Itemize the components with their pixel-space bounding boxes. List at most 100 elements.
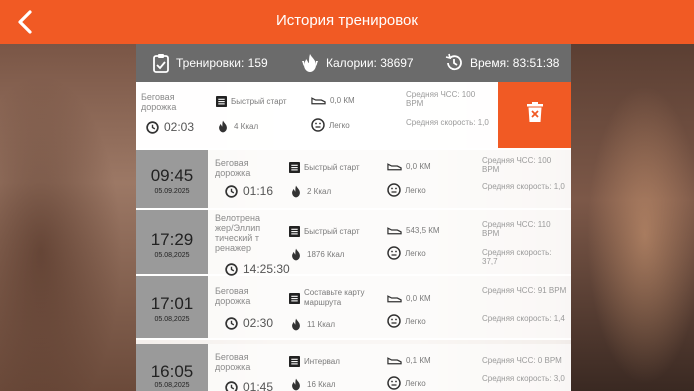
shoe-icon <box>387 357 402 365</box>
kcal: 4 Ккал <box>216 120 258 133</box>
kcal: 2 Ккал <box>289 185 331 198</box>
kcal: 16 Ккал <box>289 378 336 391</box>
kcal-text: 2 Ккал <box>307 187 332 196</box>
kcal: 1876 Ккал <box>289 248 344 261</box>
distance: 543,5 КМ <box>387 226 440 235</box>
shoe-icon <box>387 295 402 303</box>
workout-time: 09:45 <box>150 166 194 185</box>
neutral-face-icon <box>387 314 401 328</box>
distance: 0,0 КМ <box>311 96 355 105</box>
avg-speed: Средняя скорость: 3,0 <box>482 374 565 383</box>
avg-speed: Средняя скорость: 1,0 <box>482 182 565 191</box>
summary-workouts-text: Тренировки: 159 <box>176 56 268 70</box>
duration: 01:45 <box>225 380 273 391</box>
mode: Быстрый старт <box>289 226 360 237</box>
effort: Легко <box>387 314 426 328</box>
effort: Легко <box>311 118 350 132</box>
time-box: 17:01 05.08,2025 <box>136 276 208 338</box>
top-bar: История тренировок <box>0 0 694 44</box>
mode: Интервал <box>289 356 340 367</box>
avg-speed: Средняя скорость: 1,0 <box>406 118 489 127</box>
duration: 14:25:30 <box>225 262 290 276</box>
workout-date: 05.08,2025 <box>154 382 190 389</box>
clock-icon <box>225 262 238 276</box>
background-right <box>571 44 694 391</box>
workout-list: Беговая дорожка 02:03 Быстрый старт 4 Кк… <box>136 82 571 391</box>
summary-time: Время: 83:51:38 <box>444 53 559 73</box>
distance-text: 0,0 КМ <box>406 294 431 303</box>
workout-time: 17:01 <box>150 294 194 313</box>
time-box: 16:05 05.08,2025 <box>136 344 208 391</box>
background-left <box>0 44 136 391</box>
time-box: 09:45 05.09.2025 <box>136 150 208 208</box>
workout-date: 05.09.2025 <box>154 188 190 195</box>
neutral-face-icon <box>387 246 401 260</box>
avg-speed: Средняя скорость: 37,7 <box>482 248 552 266</box>
shoe-icon <box>387 227 402 235</box>
kcal-text: 4 Ккал <box>234 122 259 131</box>
duration: 01:16 <box>225 184 273 198</box>
exercise-name: Беговая дорожка <box>215 286 251 306</box>
exercise-name: Беговая дорожка <box>215 352 251 372</box>
exercise-name: Велотренажер/Эллиптический тренажер <box>215 213 261 253</box>
duration-text: 01:45 <box>243 380 274 391</box>
list-icon <box>289 162 300 173</box>
clock-icon <box>146 120 159 134</box>
fire-icon <box>302 54 318 72</box>
distance: 0,1 КМ <box>387 356 431 365</box>
avg-hr: Средняя ЧСС: 100 BPM <box>406 90 476 108</box>
workout-row[interactable]: 16:05 05.08,2025 Беговая дорожка 01:45 И… <box>136 344 571 391</box>
clock-icon <box>225 316 238 330</box>
distance: 0,0 КМ <box>387 162 431 171</box>
workout-date: 05.08,2025 <box>154 316 190 323</box>
trash-icon <box>527 102 543 122</box>
duration-text: 14:25:30 <box>243 262 290 276</box>
workout-row[interactable]: 17:01 05.08,2025 Беговая дорожка 02:30 С… <box>136 276 571 340</box>
workout-row-expanded[interactable]: Беговая дорожка 02:03 Быстрый старт 4 Кк… <box>136 82 571 150</box>
mode-text: Составьте карту маршрута <box>304 288 365 307</box>
clipboard-icon <box>153 54 169 73</box>
time-box: 17:29 05.08,2025 <box>136 210 208 274</box>
mode-text: Интервал <box>304 357 340 366</box>
effort: Легко <box>387 246 426 260</box>
duration-text: 02:03 <box>164 120 195 134</box>
workout-time: 17:29 <box>150 230 194 249</box>
effort-text: Легко <box>405 378 426 388</box>
distance: 0,0 КМ <box>387 294 431 303</box>
distance-text: 0,0 КМ <box>406 162 431 171</box>
list-icon <box>289 292 300 304</box>
mode-text: Быстрый старт <box>304 227 360 236</box>
effort-text: Легко <box>405 316 426 326</box>
clock-icon <box>225 184 238 198</box>
duration: 02:03 <box>146 120 194 134</box>
fire-icon <box>292 248 300 261</box>
avg-speed: Средняя скорость: 1,4 <box>482 314 565 323</box>
effort: Легко <box>387 376 426 390</box>
page-title: История тренировок <box>276 12 418 29</box>
kcal-text: 16 Ккал <box>307 380 336 389</box>
duration-text: 02:30 <box>243 316 274 330</box>
fire-icon <box>292 185 300 198</box>
effort-text: Легко <box>405 185 426 195</box>
neutral-face-icon <box>387 376 401 390</box>
summary-workouts: Тренировки: 159 <box>152 53 268 73</box>
summary-time-text: Время: 83:51:38 <box>470 56 560 70</box>
distance-text: 543,5 КМ <box>406 226 440 235</box>
distance-text: 0,0 КМ <box>330 96 355 105</box>
list-icon <box>289 226 300 237</box>
avg-hr: Средняя ЧСС: 0 BPM <box>482 356 562 365</box>
mode: Быстрый старт <box>216 96 287 107</box>
delete-button[interactable] <box>498 82 571 148</box>
summary-calories: Калории: 38697 <box>300 53 414 73</box>
shoe-icon <box>311 97 326 105</box>
exercise-name: Беговая дорожка <box>215 158 251 178</box>
list-icon <box>289 356 300 367</box>
kcal: 11 Ккал <box>289 318 335 331</box>
mode-text: Быстрый старт <box>231 97 287 106</box>
avg-hr: Средняя ЧСС: 91 BPM <box>482 286 567 295</box>
shoe-icon <box>387 163 402 171</box>
avg-hr: Средняя ЧСС: 110 BPM <box>482 220 551 238</box>
neutral-face-icon <box>387 183 401 197</box>
workout-row[interactable]: 09:45 05.09.2025 Беговая дорожка 01:16 Б… <box>136 150 571 210</box>
workout-row[interactable]: 17:29 05.08,2025 Велотренажер/Эллиптичес… <box>136 210 571 276</box>
